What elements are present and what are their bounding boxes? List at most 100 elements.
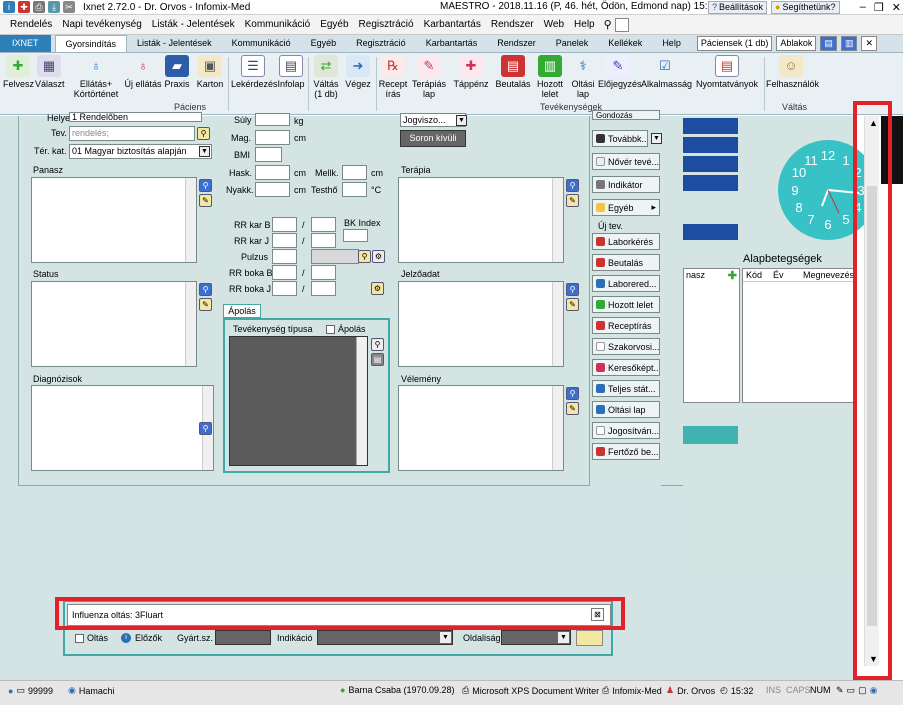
mag-field[interactable] bbox=[255, 130, 290, 145]
alkalmassag-button[interactable]: ☑ Alkalmasság bbox=[641, 55, 692, 89]
scroll-up-icon[interactable]: ▲ bbox=[869, 118, 878, 128]
tab-kommunikacio[interactable]: Kommunikáció bbox=[222, 35, 301, 52]
valtas-button[interactable]: ⇄ Váltás (1 db) bbox=[310, 55, 342, 99]
vaccination-action-button[interactable] bbox=[576, 630, 603, 646]
rr-boka-j-dia-field[interactable] bbox=[311, 281, 336, 296]
toolbar-icon-2[interactable]: ⎙ bbox=[33, 1, 45, 13]
lekerdezes-button[interactable]: ☰ Lekérdezés bbox=[231, 55, 278, 89]
nover-teve-button[interactable]: Nővér tevé... bbox=[592, 153, 660, 170]
nyomtatvanyok-button[interactable]: ▤ Nyomtatványok bbox=[695, 55, 759, 89]
tevekenyseg-list[interactable] bbox=[229, 336, 368, 466]
rr-boka-b-sys-field[interactable] bbox=[272, 265, 297, 280]
keresokepes-button[interactable]: Keresőképt... bbox=[592, 359, 660, 376]
settings-button[interactable]: ? Beállítások bbox=[708, 0, 768, 14]
menu-karbantartas[interactable]: Karbantartás bbox=[419, 19, 486, 30]
tab-ixnet[interactable]: IXNET bbox=[0, 35, 51, 52]
rr-kar-b-sys-field[interactable] bbox=[272, 217, 297, 232]
egyeb-side-button[interactable]: Egyéb ▸ bbox=[592, 199, 660, 216]
tab-apolas[interactable]: Ápolás bbox=[223, 304, 261, 318]
tab-gyorsinditas[interactable]: Gyorsindítás bbox=[54, 35, 128, 52]
velemeny-search-icon[interactable]: ⚲ bbox=[566, 387, 579, 400]
gondozas-button[interactable]: Gondozás bbox=[592, 110, 660, 120]
rr-kar-j-dia-field[interactable] bbox=[311, 233, 336, 248]
scroll-down-icon[interactable]: ▼ bbox=[869, 654, 878, 664]
menu-kommunikacio[interactable]: Kommunikáció bbox=[240, 19, 316, 30]
status-search-icon[interactable]: ⚲ bbox=[199, 283, 212, 296]
velemeny-textarea[interactable] bbox=[398, 385, 564, 471]
hozott-lelet-side-button[interactable]: Hozott lelet bbox=[592, 296, 660, 313]
jelzoadat-textarea[interactable] bbox=[398, 281, 564, 367]
influenza-field[interactable]: Influenza oltás: 3Fluart ⊠ bbox=[67, 604, 611, 626]
minimize-button[interactable]: – bbox=[860, 1, 866, 14]
blue-bar-3[interactable] bbox=[683, 156, 738, 172]
scrollbar-thumb[interactable] bbox=[867, 186, 877, 626]
indikator-button[interactable]: Indikátor bbox=[592, 176, 660, 193]
tab-listak[interactable]: Listák - Jelentések bbox=[127, 35, 222, 52]
praxis-button[interactable]: ▰ Praxis bbox=[163, 55, 191, 89]
info-icon[interactable]: i bbox=[121, 633, 131, 643]
panasz-list[interactable]: nasz ✚ bbox=[683, 268, 740, 403]
pulzus-edit-icon[interactable]: ⚙ bbox=[372, 250, 385, 263]
karton-button[interactable]: ▣ Karton bbox=[195, 55, 225, 89]
blue-bar-1[interactable] bbox=[683, 118, 738, 134]
indikacio-select[interactable]: ▼ bbox=[317, 630, 453, 645]
tappenz-button[interactable]: ✚ Táppénz bbox=[453, 55, 489, 89]
ter-kat-dropdown-icon[interactable]: ▼ bbox=[199, 146, 210, 157]
gyart-sz-field[interactable] bbox=[215, 630, 271, 645]
jelzoadat-template-icon[interactable]: ✎ bbox=[566, 298, 579, 311]
szakorvosi-button[interactable]: Szakorvosi... bbox=[592, 338, 660, 355]
tab-karbantartas[interactable]: Karbantartás bbox=[416, 35, 488, 52]
tovabbk-button[interactable]: Továbbk... bbox=[592, 130, 648, 147]
felvesz-button[interactable]: ✚ Felvesz bbox=[3, 55, 34, 89]
tools-icon[interactable]: ✂ bbox=[63, 1, 75, 13]
oltasi-lap-ribbon-button[interactable]: ⚕ Oltási lap bbox=[569, 55, 597, 99]
jelzoadat-search-icon[interactable]: ⚲ bbox=[566, 283, 579, 296]
jogviszony-dropdown-icon[interactable]: ▼ bbox=[456, 115, 467, 126]
panasz-template-icon[interactable]: ✎ bbox=[199, 194, 212, 207]
menu-help[interactable]: Help bbox=[569, 19, 600, 30]
terapia-textarea[interactable] bbox=[398, 177, 564, 263]
fertozo-button[interactable]: Fertőző be... bbox=[592, 443, 660, 460]
helye-field[interactable]: 1 Rendelőben bbox=[69, 112, 202, 122]
mellk-field[interactable] bbox=[342, 165, 367, 180]
menu-search-input[interactable] bbox=[614, 17, 629, 32]
menu-napi-tevekenyseg[interactable]: Napi tevékenység bbox=[57, 19, 147, 30]
blue-bar-4[interactable] bbox=[683, 175, 738, 191]
oltas-checkbox[interactable] bbox=[75, 634, 84, 643]
tab-rendszer[interactable]: Rendszer bbox=[487, 35, 546, 52]
uj-ellatas-button[interactable]: ♁ Új ellátás bbox=[124, 55, 162, 89]
terapia-template-icon[interactable]: ✎ bbox=[566, 194, 579, 207]
close-window-button[interactable]: ✕ bbox=[892, 1, 901, 14]
recept-iras-button[interactable]: ℞ Recept írás bbox=[378, 55, 408, 99]
status-template-icon[interactable]: ✎ bbox=[199, 298, 212, 311]
infolap-button[interactable]: ▤ Infolap bbox=[277, 55, 305, 89]
tab-egyeb[interactable]: Egyéb bbox=[301, 35, 347, 52]
teljes-status-button[interactable]: Teljes stát... bbox=[592, 380, 660, 397]
menu-rendszer[interactable]: Rendszer bbox=[486, 19, 539, 30]
toolbar-icon-3[interactable]: ⤓ bbox=[48, 1, 60, 13]
laboreredmeny-button[interactable]: Laborered... bbox=[592, 275, 660, 292]
tab-regisztracio[interactable]: Regisztráció bbox=[346, 35, 416, 52]
add-icon[interactable]: ✚ bbox=[728, 269, 737, 282]
pulzus-lookup-icon[interactable]: ⚲ bbox=[358, 250, 371, 263]
tile-icon[interactable]: ▤ bbox=[820, 36, 837, 51]
toolbar-icon-1[interactable]: ✚ bbox=[18, 1, 30, 13]
blue-bar-5[interactable] bbox=[683, 224, 738, 240]
status-textarea[interactable] bbox=[31, 281, 197, 367]
panasz-search-icon[interactable]: ⚲ bbox=[199, 179, 212, 192]
menu-regisztracio[interactable]: Regisztráció bbox=[354, 19, 419, 30]
testho-field[interactable] bbox=[342, 182, 367, 197]
blue-bar-2[interactable] bbox=[683, 137, 738, 153]
help-tray-icon[interactable]: ◉ bbox=[870, 685, 878, 696]
velemeny-template-icon[interactable]: ✎ bbox=[566, 402, 579, 415]
elojegyzes-button[interactable]: ✎ Előjegyzés bbox=[598, 55, 642, 89]
rr-boka-j-sys-field[interactable] bbox=[272, 281, 297, 296]
panasz-textarea[interactable] bbox=[31, 177, 197, 263]
nyakk-field[interactable] bbox=[255, 182, 290, 197]
bk-index-field[interactable] bbox=[343, 229, 368, 242]
menu-rendeles[interactable]: Rendelés bbox=[0, 19, 57, 30]
apolas-zoom-icon[interactable]: ⚲ bbox=[371, 338, 384, 351]
indikacio-dropdown-icon[interactable]: ▼ bbox=[440, 632, 451, 643]
tev-field[interactable]: rendelés; bbox=[69, 126, 195, 141]
pulzus-extra-field[interactable] bbox=[311, 249, 359, 264]
